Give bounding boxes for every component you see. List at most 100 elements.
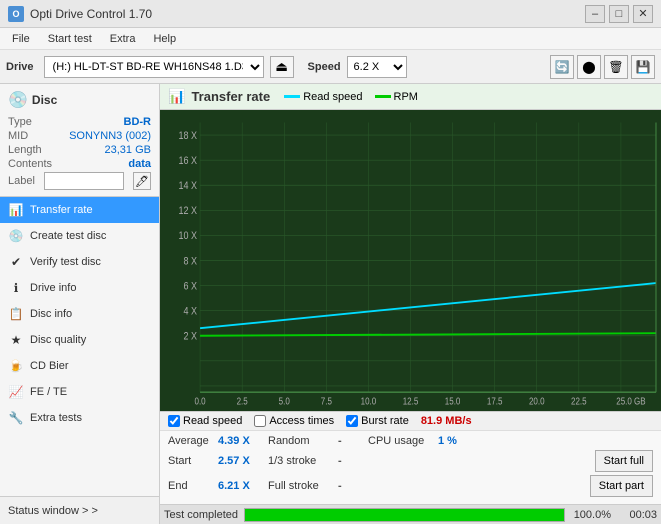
nav-create-test-disc[interactable]: 💿 Create test disc [0, 223, 159, 249]
type-label: Type [8, 116, 32, 128]
random-label: Random [268, 435, 338, 447]
legend-rpm-color [375, 95, 391, 98]
nav-disc-info-label: Disc info [30, 308, 72, 320]
burst-rate-checkbox-label: Burst rate [361, 415, 409, 427]
svg-text:10.0: 10.0 [361, 396, 377, 407]
app-icon: O [8, 6, 24, 22]
svg-text:4 X: 4 X [184, 306, 198, 318]
mid-value: SONYNN3 (002) [69, 130, 151, 142]
refresh-button[interactable]: 🔄 [550, 55, 574, 79]
svg-text:2 X: 2 X [184, 331, 198, 343]
menu-extra[interactable]: Extra [102, 31, 144, 47]
save-button[interactable]: 💾 [631, 55, 655, 79]
app-title: Opti Drive Control 1.70 [30, 7, 152, 21]
svg-text:7.5: 7.5 [321, 396, 332, 407]
svg-text:2.5: 2.5 [237, 396, 248, 407]
read-speed-checkbox[interactable] [168, 415, 180, 427]
main-area: 💿 Disc Type BD-R MID SONYNN3 (002) Lengt… [0, 84, 661, 524]
progress-bar-container: Test completed 100.0% 00:03 [160, 504, 661, 524]
record-button[interactable]: ⬤ [577, 55, 601, 79]
read-speed-checkbox-item: Read speed [168, 415, 242, 427]
stroke13-label: 1/3 stroke [268, 455, 338, 467]
nav-extra-tests[interactable]: 🔧 Extra tests [0, 405, 159, 431]
stat-group-average: Average 4.39 X Random - CPU usage 1 % [168, 435, 653, 447]
stat-group-end: End 6.21 X Full stroke - [168, 480, 586, 492]
nav-verify-test-disc[interactable]: ✔ Verify test disc [0, 249, 159, 275]
create-test-disc-icon: 💿 [8, 228, 24, 244]
read-speed-checkbox-label: Read speed [183, 415, 242, 427]
stats-row-average: Average 4.39 X Random - CPU usage 1 % [168, 435, 653, 447]
svg-text:15.0: 15.0 [445, 396, 461, 407]
chart-title: Transfer rate [191, 89, 270, 104]
burst-rate-checkbox-item: Burst rate [346, 415, 409, 427]
stroke13-value: - [338, 455, 368, 467]
disc-panel: 💿 Disc Type BD-R MID SONYNN3 (002) Lengt… [0, 84, 159, 197]
contents-value: data [128, 158, 151, 170]
menu-file[interactable]: File [4, 31, 38, 47]
start-full-button[interactable]: Start full [595, 450, 653, 472]
svg-text:18 X: 18 X [179, 130, 198, 142]
progress-time: 00:03 [617, 509, 657, 521]
eject-button[interactable]: ⏏ [270, 56, 294, 78]
content-area: 📊 Transfer rate Read speed RPM [160, 84, 661, 524]
drive-info-icon: ℹ [8, 280, 24, 296]
nav-fe-te[interactable]: 📈 FE / TE [0, 379, 159, 405]
average-value: 4.39 X [218, 435, 268, 447]
nav-disc-quality-label: Disc quality [30, 334, 86, 346]
transfer-rate-icon: 📊 [8, 202, 24, 218]
maximize-button[interactable]: □ [609, 5, 629, 23]
minimize-button[interactable]: – [585, 5, 605, 23]
menu-help[interactable]: Help [145, 31, 184, 47]
stats-area: Average 4.39 X Random - CPU usage 1 % St… [160, 430, 661, 504]
label-input[interactable] [44, 172, 124, 190]
burst-rate-value: 81.9 MB/s [421, 415, 472, 427]
speed-select[interactable]: 6.2 X [347, 56, 407, 78]
nav-fe-te-label: FE / TE [30, 386, 67, 398]
verify-test-disc-icon: ✔ [8, 254, 24, 270]
svg-text:22.5: 22.5 [571, 396, 587, 407]
length-value: 23,31 GB [105, 144, 151, 156]
chart-footer: Read speed Access times Burst rate 81.9 … [160, 411, 661, 430]
legend-rpm-label: RPM [394, 91, 418, 103]
end-label: End [168, 480, 218, 492]
status-window-label: Status window > > [8, 505, 98, 517]
access-times-checkbox[interactable] [254, 415, 266, 427]
nav-transfer-rate[interactable]: 📊 Transfer rate [0, 197, 159, 223]
nav-transfer-rate-label: Transfer rate [30, 204, 93, 216]
stats-row-start: Start 2.57 X 1/3 stroke - Start full [168, 450, 653, 472]
label-label: Label [8, 175, 35, 187]
nav-drive-info[interactable]: ℹ Drive info [0, 275, 159, 301]
type-value: BD-R [124, 116, 152, 128]
nav-disc-info[interactable]: 📋 Disc info [0, 301, 159, 327]
start-label: Start [168, 455, 218, 467]
legend-read-speed-label: Read speed [303, 91, 362, 103]
start-part-button[interactable]: Start part [590, 475, 653, 497]
nav-drive-info-label: Drive info [30, 282, 76, 294]
disc-quality-icon: ★ [8, 332, 24, 348]
start-value: 2.57 X [218, 455, 268, 467]
chart-header: 📊 Transfer rate Read speed RPM [160, 84, 661, 110]
chart-legend: Read speed RPM [284, 91, 418, 103]
stat-group-start: Start 2.57 X 1/3 stroke - [168, 455, 595, 467]
nav-cd-bier[interactable]: 🍺 CD Bier [0, 353, 159, 379]
burst-rate-checkbox[interactable] [346, 415, 358, 427]
nav-disc-quality[interactable]: ★ Disc quality [0, 327, 159, 353]
svg-text:6 X: 6 X [184, 281, 198, 293]
chart-area: 18 X 16 X 14 X 12 X 10 X 8 X 6 X 4 X 2 X… [160, 110, 661, 411]
random-value: - [338, 435, 368, 447]
status-window-button[interactable]: Status window > > [0, 496, 159, 524]
svg-text:8 X: 8 X [184, 255, 198, 267]
end-value: 6.21 X [218, 480, 268, 492]
stats-row-end: End 6.21 X Full stroke - Start part [168, 475, 653, 497]
menu-start-test[interactable]: Start test [40, 31, 100, 47]
svg-text:14 X: 14 X [179, 180, 198, 192]
contents-label: Contents [8, 158, 52, 170]
nav-create-test-disc-label: Create test disc [30, 230, 106, 242]
close-button[interactable]: ✕ [633, 5, 653, 23]
nav-extra-tests-label: Extra tests [30, 412, 82, 424]
label-browse-button[interactable]: 🖊 [133, 172, 151, 190]
drive-select[interactable]: (H:) HL-DT-ST BD-RE WH16NS48 1.D3 [44, 56, 264, 78]
erase-button[interactable]: 🗑 [604, 55, 628, 79]
title-bar: O Opti Drive Control 1.70 – □ ✕ [0, 0, 661, 28]
cpu-value: 1 % [438, 435, 478, 447]
